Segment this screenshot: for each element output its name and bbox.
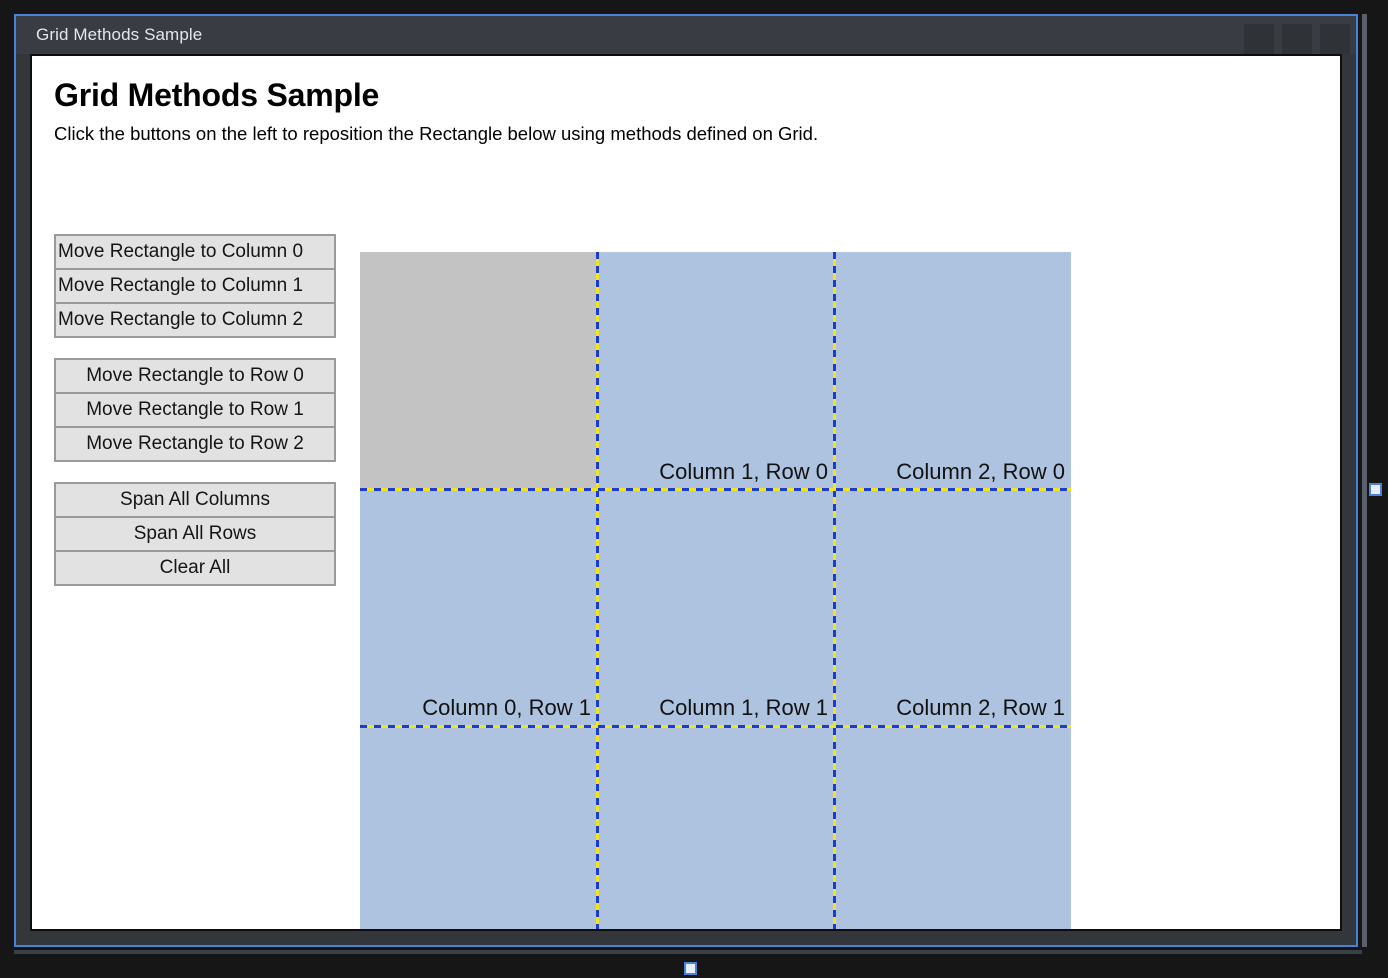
resize-handle-bottom[interactable] xyxy=(684,962,697,975)
grid-cell-c2-r0: Column 2, Row 0 xyxy=(834,252,1071,489)
content-root: Grid Methods Sample Click the buttons on… xyxy=(54,77,1340,929)
application-window: Grid Methods Sample Grid Methods Sample … xyxy=(16,16,1356,945)
moving-rectangle xyxy=(360,252,597,489)
minimize-button[interactable] xyxy=(1244,24,1274,54)
span-all-rows-button[interactable]: Span All Rows xyxy=(55,517,335,551)
grid-cell-c1-r0: Column 1, Row 0 xyxy=(597,252,834,489)
grid-cell-label: Column 0, Row 1 xyxy=(422,695,591,721)
grid-cell-c0-r2: Column 0, Row 2 xyxy=(360,725,597,929)
move-rectangle-to-column-2-button[interactable]: Move Rectangle to Column 2 xyxy=(55,303,335,337)
row-button-group: Move Rectangle to Row 0 Move Rectangle t… xyxy=(54,358,336,462)
grid-cell-c0-r1: Column 0, Row 1 xyxy=(360,489,597,726)
grid-cell-c2-r2: Column 2, Row 2 xyxy=(834,725,1071,929)
grid-cell-c1-r2: Column 1, Row 2 xyxy=(597,725,834,929)
panel-row: Move Rectangle to Column 0 Move Rectangl… xyxy=(54,234,1340,929)
move-rectangle-to-column-1-button[interactable]: Move Rectangle to Column 1 xyxy=(55,269,335,303)
window-resize-rail-right[interactable] xyxy=(1362,14,1367,947)
window-controls xyxy=(1244,24,1350,54)
demo-grid: Column 0, Row 0 Column 1, Row 0 Column 2… xyxy=(360,252,1071,929)
client-area: Grid Methods Sample Click the buttons on… xyxy=(30,54,1342,931)
resize-handle-right[interactable] xyxy=(1369,483,1382,496)
span-button-group: Span All Columns Span All Rows Clear All xyxy=(54,482,336,586)
grid-cell-label: Column 1, Row 0 xyxy=(659,458,828,484)
column-button-group: Move Rectangle to Column 0 Move Rectangl… xyxy=(54,234,336,338)
grid-cell-label: Column 1, Row 1 xyxy=(659,695,828,721)
close-button[interactable] xyxy=(1320,24,1350,54)
window-title: Grid Methods Sample xyxy=(36,25,203,44)
page-subtitle: Click the buttons on the left to reposit… xyxy=(54,123,819,145)
grid-cell-c2-r1: Column 2, Row 1 xyxy=(834,489,1071,726)
button-panel: Move Rectangle to Column 0 Move Rectangl… xyxy=(54,234,336,606)
grid-cell-c1-r1: Column 1, Row 1 xyxy=(597,489,834,726)
move-rectangle-to-row-1-button[interactable]: Move Rectangle to Row 1 xyxy=(55,393,335,427)
grid-cell-label: Column 2, Row 1 xyxy=(896,695,1065,721)
window-resize-rail-bottom[interactable] xyxy=(14,950,1362,954)
page-title: Grid Methods Sample xyxy=(54,77,380,113)
grid-cell-label: Column 2, Row 0 xyxy=(896,458,1065,484)
maximize-button[interactable] xyxy=(1282,24,1312,54)
span-all-columns-button[interactable]: Span All Columns xyxy=(55,483,335,517)
move-rectangle-to-column-0-button[interactable]: Move Rectangle to Column 0 xyxy=(55,235,335,269)
clear-all-button[interactable]: Clear All xyxy=(55,551,335,585)
move-rectangle-to-row-2-button[interactable]: Move Rectangle to Row 2 xyxy=(55,427,335,461)
title-bar[interactable]: Grid Methods Sample xyxy=(16,16,1356,54)
move-rectangle-to-row-0-button[interactable]: Move Rectangle to Row 0 xyxy=(55,359,335,393)
